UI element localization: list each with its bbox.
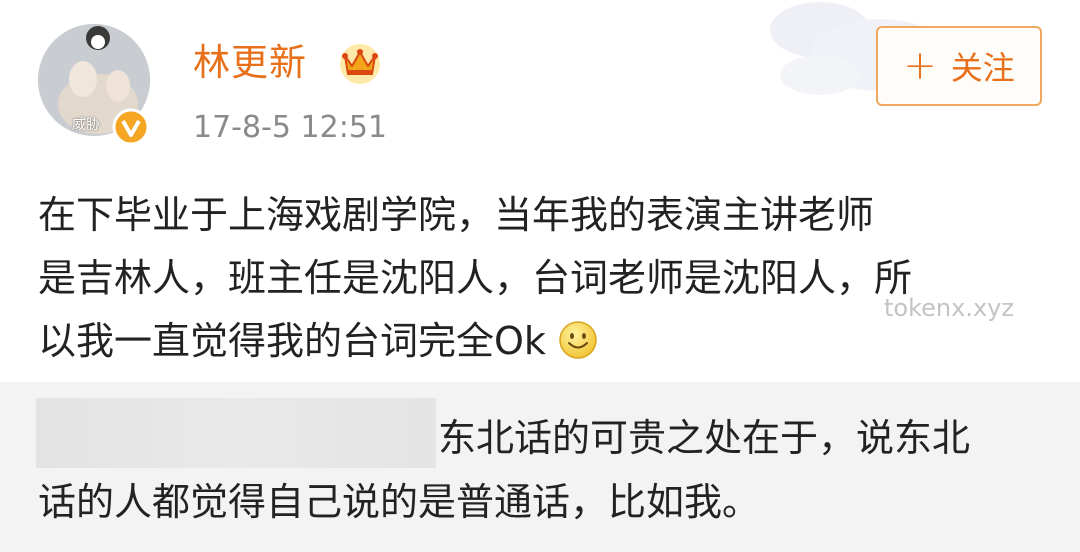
follow-button[interactable]: + 关注 (876, 26, 1042, 106)
plus-icon: + (903, 43, 937, 89)
post-body: 在下毕业于上海戏剧学院，当年我的表演主讲老师 是吉林人，班主任是沈阳人，台词老师… (38, 184, 1048, 373)
reply-body: 东北话的可贵之处在于，说东北 话的人都觉得自己说的是普通话，比如我。 (38, 406, 1038, 534)
post-body-line: 在下毕业于上海戏剧学院，当年我的表演主讲老师 (38, 193, 875, 237)
verified-icon (112, 108, 150, 146)
smile-icon (559, 321, 597, 359)
reply-line: 东北话的可贵之处在于，说东北 (438, 416, 971, 460)
post-body-line-text: 以我一直觉得我的台词完全Ok (38, 319, 546, 363)
watermark-text: tokenx.xyz (884, 294, 1014, 322)
post-timestamp: 17-8-5 12:51 (193, 110, 387, 145)
author-name[interactable]: 林更新 (193, 38, 307, 88)
reply-line: 话的人都觉得自己说的是普通话，比如我。 (38, 480, 761, 524)
weibo-post-screenshot: 威胁 林更新 17-8-5 12:51 + 关注 在下毕业于上海戏剧学院，当年我… (0, 0, 1080, 552)
follow-button-label: 关注 (950, 49, 1015, 87)
avatar-label: 威胁 (72, 117, 100, 133)
crown-icon (340, 44, 380, 84)
